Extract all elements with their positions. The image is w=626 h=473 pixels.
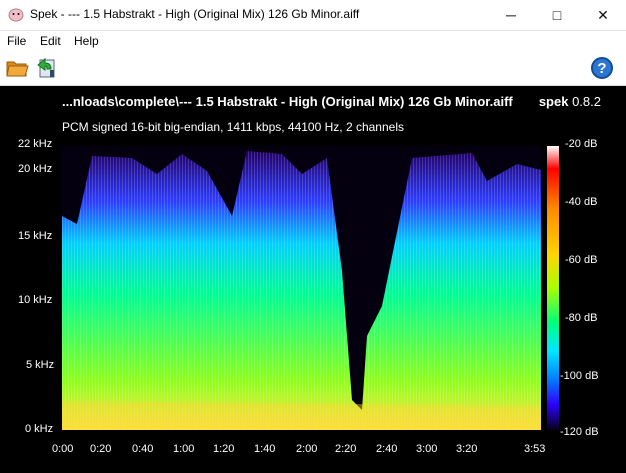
app-version: 0.8.2	[572, 94, 601, 109]
menu-help[interactable]: Help	[74, 34, 99, 48]
title-bar: Spek - --- 1.5 Habstrakt - High (Origina…	[0, 0, 626, 31]
file-title: ...nloads\complete\--- 1.5 Habstrakt - H…	[62, 94, 513, 109]
time-label: 0:20	[90, 443, 112, 455]
minimize-button[interactable]: ─	[488, 0, 534, 30]
time-label: 1:00	[173, 443, 195, 455]
close-button[interactable]: ✕	[580, 0, 626, 30]
db-colorbar	[547, 146, 559, 430]
db-label: -60 dB	[565, 254, 598, 266]
menu-file[interactable]: File	[7, 34, 26, 48]
freq-label: 0 kHz	[25, 423, 54, 435]
save-icon[interactable]	[34, 55, 60, 81]
folder-open-icon[interactable]	[4, 55, 30, 81]
menu-help-label: Help	[74, 34, 99, 48]
maximize-button[interactable]: □	[534, 0, 580, 30]
app-icon	[8, 8, 24, 22]
app-name: spek	[538, 94, 569, 109]
freq-label: 22 kHz	[18, 138, 53, 150]
db-label: -120 dB	[560, 426, 599, 438]
time-label: 1:20	[213, 443, 235, 455]
window-title: Spek - --- 1.5 Habstrakt - High (Origina…	[30, 7, 360, 21]
app-brand: spek 0.8.2	[539, 94, 601, 109]
spek-window: Spek - --- 1.5 Habstrakt - High (Origina…	[0, 0, 626, 473]
spectrogram	[62, 146, 541, 430]
time-label: 2:40	[376, 443, 398, 455]
audio-info: PCM signed 16-bit big-endian, 1411 kbps,…	[62, 120, 404, 134]
freq-label: 10 kHz	[18, 294, 53, 306]
menu-bar: File Edit Help	[0, 31, 626, 50]
time-label: 2:20	[335, 443, 357, 455]
time-label: 3:20	[456, 443, 478, 455]
help-icon[interactable]: ?	[589, 55, 615, 81]
time-label: 3:00	[416, 443, 438, 455]
db-label: -100 dB	[560, 370, 599, 382]
freq-label: 20 kHz	[18, 163, 53, 175]
time-label: 0:40	[132, 443, 154, 455]
time-label: 3:53	[524, 443, 546, 455]
db-label: -80 dB	[565, 312, 598, 324]
menu-edit[interactable]: Edit	[40, 34, 61, 48]
db-label: -40 dB	[565, 196, 598, 208]
freq-label: 15 kHz	[18, 230, 53, 242]
time-label: 1:40	[254, 443, 276, 455]
menu-edit-label: Edit	[40, 34, 61, 48]
toolbar: ?	[0, 51, 626, 86]
spectrogram-panel: ...nloads\complete\--- 1.5 Habstrakt - H…	[0, 86, 626, 473]
time-label: 2:00	[296, 443, 318, 455]
menu-file-label: File	[7, 34, 27, 48]
svg-text:?: ?	[597, 60, 606, 77]
freq-label: 5 kHz	[26, 359, 55, 371]
time-label: 0:00	[52, 443, 74, 455]
db-label: -20 dB	[565, 138, 598, 150]
